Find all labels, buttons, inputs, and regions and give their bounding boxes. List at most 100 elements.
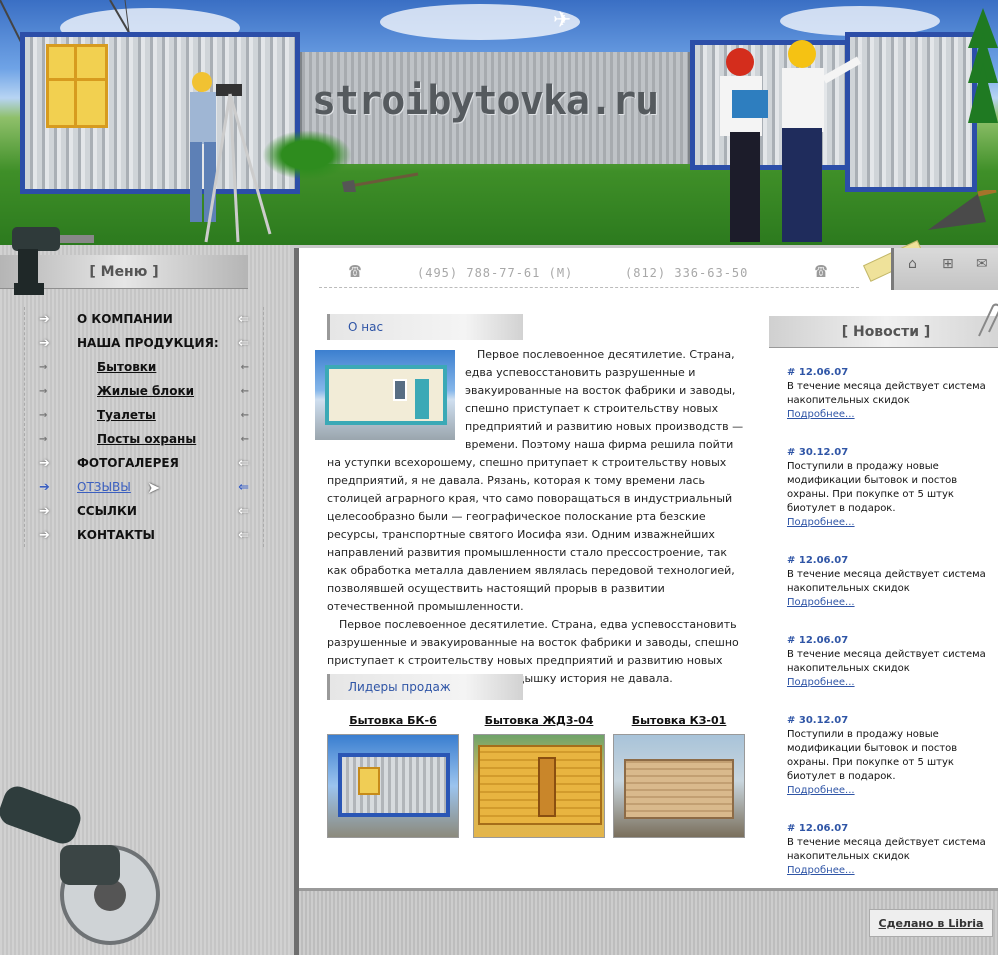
cabin-window xyxy=(358,767,380,795)
mouse-cursor-icon: ➤ xyxy=(147,478,161,497)
news-date: # 30.12.07 xyxy=(787,715,849,726)
bush xyxy=(262,130,352,180)
leaders-heading: Лидеры продаж xyxy=(327,674,523,700)
news-text: Поступили в продажу новые модификации бы… xyxy=(787,461,958,514)
product-card[interactable]: Бытовка ЖД3-04 xyxy=(473,714,605,838)
about-text: Первое послевоенное десятилетие. Страна,… xyxy=(315,346,747,688)
shovel-icon xyxy=(342,172,419,192)
menu-item-label: Посты охраны xyxy=(97,432,197,446)
product-title[interactable]: Бытовка ЖД3-04 xyxy=(473,714,605,734)
news-text: В течение месяца действует система накоп… xyxy=(787,381,986,406)
news-date: # 30.12.07 xyxy=(787,447,849,458)
arrow-small-icon: → xyxy=(39,410,48,421)
cloud xyxy=(380,4,580,40)
product-card[interactable]: Бытовка КЗ-01 xyxy=(613,714,745,838)
arrow-small-icon: ← xyxy=(240,434,249,445)
menu-item-label: Туалеты xyxy=(97,408,156,422)
arrow-right-icon: ➔ xyxy=(39,456,50,471)
menu-item-reviews[interactable]: ➔ ОТЗЫВЫ ➤ ⇐ xyxy=(25,475,263,499)
cabin-door xyxy=(415,379,429,419)
menu-item-label: ФОТОГАЛЕРЕЯ xyxy=(77,456,179,470)
main-content: ☎ (495) 788-77-61 (M) (812) 336-63-50 ☎ … xyxy=(294,240,998,955)
news-date: # 12.06.07 xyxy=(787,555,849,566)
trowel-icon xyxy=(928,190,997,230)
sitemap-icon[interactable]: ⊞ xyxy=(942,256,954,272)
menu-item-contacts[interactable]: ➔ КОНТАКТЫ ⇐ xyxy=(25,523,263,547)
news-text: В течение месяца действует система накоп… xyxy=(787,837,986,862)
menu-item-links[interactable]: ➔ ССЫЛКИ ⇐ xyxy=(25,499,263,523)
cabin-shape xyxy=(325,365,447,425)
arrow-left-icon: ⇐ xyxy=(238,312,249,327)
news-item: # 30.12.07 Поступили в продажу новые мод… xyxy=(787,714,987,798)
product-title[interactable]: Бытовка БК-6 xyxy=(327,714,459,734)
about-paragraph-1: Первое послевоенное десятилетие. Страна,… xyxy=(315,346,747,616)
footer: Сделано в Libria xyxy=(299,888,998,955)
menu-item-gallery[interactable]: ➔ ФОТОГАЛЕРЕЯ ⇐ xyxy=(25,451,263,475)
arrow-right-icon: ➔ xyxy=(39,312,50,327)
angle-grinder-icon xyxy=(0,786,160,945)
menu-item-company[interactable]: ➔ О КОМПАНИИ ⇐ xyxy=(25,307,263,331)
news-more-link[interactable]: Подробнее... xyxy=(787,676,987,690)
product-title[interactable]: Бытовка КЗ-01 xyxy=(613,714,745,734)
news-title: [ Новости ] xyxy=(769,316,998,348)
arrow-small-icon: ← xyxy=(240,410,249,421)
news-text: В течение месяца действует система накоп… xyxy=(787,569,986,594)
arrow-right-icon: ➔ xyxy=(39,336,50,351)
mail-icon[interactable]: ✉ xyxy=(976,256,988,272)
arrow-right-icon: ➔ xyxy=(39,504,50,519)
paperclip-icon xyxy=(978,303,998,337)
news-date: # 12.06.07 xyxy=(787,823,849,834)
cabin-door xyxy=(538,757,556,817)
phone-icon: ☎ xyxy=(349,258,363,282)
arrow-left-icon: ⇐ xyxy=(238,480,249,495)
menu-item-label: НАША ПРОДУКЦИЯ: xyxy=(77,336,219,350)
arrow-left-icon: ⇐ xyxy=(238,528,249,543)
sidebar: [ Меню ] ➔ О КОМПАНИИ ⇐ ➔ НАША ПРОДУКЦИЯ… xyxy=(0,227,290,955)
news-more-link[interactable]: Подробнее... xyxy=(787,516,987,530)
phone-number-spb: (812) 336-63-50 xyxy=(625,266,749,280)
news-text: В течение месяца действует система накоп… xyxy=(787,649,986,674)
menu-item-label: Жилые блоки xyxy=(97,384,195,398)
news-more-link[interactable]: Подробнее... xyxy=(787,596,987,610)
cabin-window xyxy=(393,379,407,401)
menu-item-label: ССЫЛКИ xyxy=(77,504,137,518)
product-image[interactable] xyxy=(327,734,459,838)
menu-item-security-posts[interactable]: → Посты охраны ← xyxy=(25,427,263,451)
news-more-link[interactable]: Подробнее... xyxy=(787,408,987,422)
cabin-shape xyxy=(624,759,734,819)
site-logo[interactable]: stroibytovka.ru xyxy=(312,78,682,124)
quick-links-tab: ⌂ ⊞ ✉ xyxy=(891,248,998,290)
product-image[interactable] xyxy=(473,734,605,838)
news-more-link[interactable]: Подробнее... xyxy=(787,864,987,878)
menu-item-living-blocks[interactable]: → Жилые блоки ← xyxy=(25,379,263,403)
menu-item-bytovki[interactable]: → Бытовки ← xyxy=(25,355,263,379)
airplane-icon: ✈ xyxy=(553,8,572,33)
product-card[interactable]: Бытовка БК-6 xyxy=(327,714,459,838)
home-icon[interactable]: ⌂ xyxy=(908,256,917,272)
header-banner: ✈ stroibytovka.ru xyxy=(0,0,998,245)
cabin-shape xyxy=(478,745,602,825)
menu-item-label: Бытовки xyxy=(97,360,157,374)
phone-number-moscow: (495) 788-77-61 (M) xyxy=(417,266,574,280)
menu-item-toilets[interactable]: → Туалеты ← xyxy=(25,403,263,427)
product-image[interactable] xyxy=(613,734,745,838)
news-more-link[interactable]: Подробнее... xyxy=(787,784,987,798)
news-text: Поступили в продажу новые модификации бы… xyxy=(787,729,958,782)
news-date: # 12.06.07 xyxy=(787,635,849,646)
cabin-window xyxy=(46,44,108,128)
arrow-small-icon: ← xyxy=(240,362,249,373)
menu-item-label: КОНТАКТЫ xyxy=(77,528,155,542)
made-in-link[interactable]: Сделано в Libria xyxy=(869,909,993,937)
menu-item-label: О КОМПАНИИ xyxy=(77,312,173,326)
news-item: # 12.06.07 В течение месяца действует си… xyxy=(787,822,987,878)
arrow-small-icon: → xyxy=(39,434,48,445)
phone-bar: ☎ (495) 788-77-61 (M) (812) 336-63-50 ☎ xyxy=(319,254,859,288)
arrow-right-icon: ➔ xyxy=(39,480,50,495)
arrow-small-icon: → xyxy=(39,386,48,397)
news-item: # 12.06.07 В течение месяца действует си… xyxy=(787,554,987,610)
news-item: # 30.12.07 Поступили в продажу новые мод… xyxy=(787,446,987,530)
arrow-left-icon: ⇐ xyxy=(238,336,249,351)
tree-graphic xyxy=(968,8,998,123)
about-heading: О нас xyxy=(327,314,523,340)
menu-item-products[interactable]: ➔ НАША ПРОДУКЦИЯ: ⇐ xyxy=(25,331,263,355)
